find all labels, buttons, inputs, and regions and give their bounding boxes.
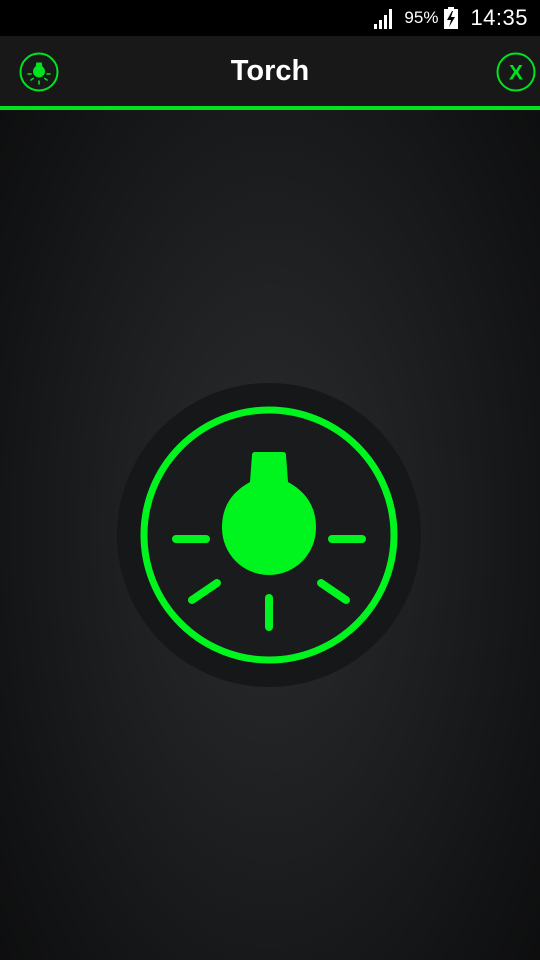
- light-bulb-icon: [117, 383, 421, 687]
- app-bar: Torch X: [0, 36, 540, 110]
- close-button[interactable]: X: [496, 52, 536, 92]
- battery-percent: 95%: [404, 8, 439, 27]
- torch-toggle-button[interactable]: [116, 382, 422, 688]
- torch-screen: 95% 14:35 Torch X: [0, 0, 540, 960]
- status-bar: 95% 14:35: [0, 0, 540, 36]
- battery-charging-icon: [444, 7, 459, 29]
- close-label: X: [509, 62, 523, 85]
- clock: 14:35: [470, 5, 528, 30]
- close-icon: X: [496, 52, 536, 92]
- page-title: Torch: [230, 54, 310, 87]
- signal-icon: [374, 9, 393, 29]
